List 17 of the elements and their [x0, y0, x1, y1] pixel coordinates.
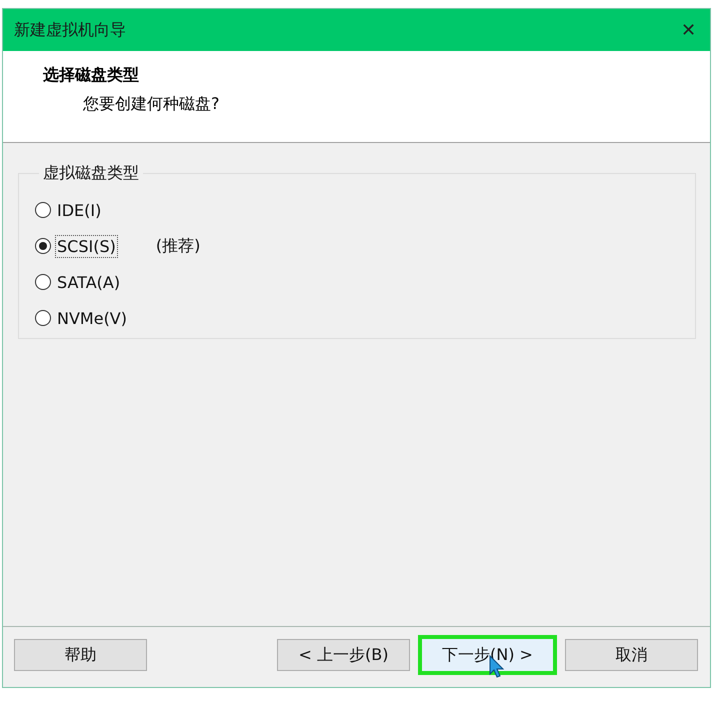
- wizard-button[interactable]: 取消: [565, 639, 698, 671]
- window-title: 新建虚拟机向导: [14, 20, 126, 40]
- option-label[interactable]: SATA(A): [55, 270, 122, 294]
- radio-button[interactable]: [35, 310, 51, 326]
- group-label: 虚拟磁盘类型: [42, 163, 140, 184]
- radio-button[interactable]: [35, 274, 51, 290]
- step-title: 选择磁盘类型: [43, 65, 140, 86]
- option-label[interactable]: NVMe(V): [55, 306, 129, 330]
- help-button[interactable]: 帮助: [14, 639, 147, 671]
- option-label[interactable]: SCSI(S): [55, 234, 118, 258]
- step-subtitle: 您要创建何种磁盘?: [83, 94, 220, 115]
- wizard-button[interactable]: < 上一步(B): [277, 639, 410, 671]
- recommended-note: (推荐): [156, 236, 200, 256]
- close-button[interactable]: ✕: [677, 19, 700, 41]
- radio-button[interactable]: [35, 202, 51, 218]
- option-label[interactable]: IDE(I): [55, 198, 104, 222]
- radio-button[interactable]: [35, 238, 51, 254]
